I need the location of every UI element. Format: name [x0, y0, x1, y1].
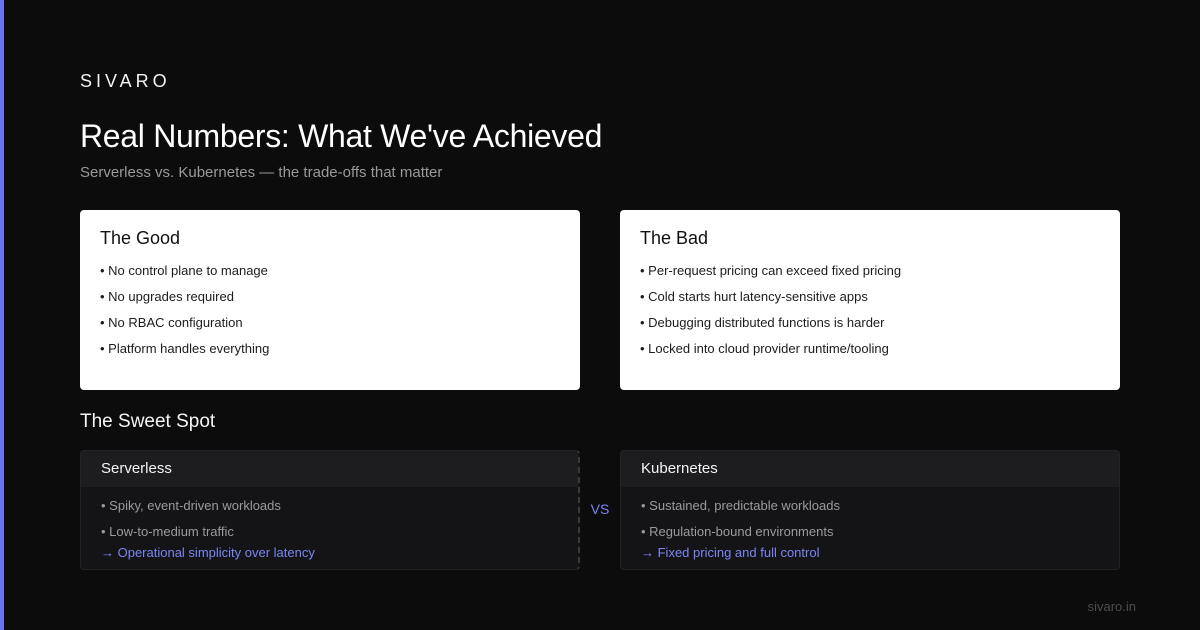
- footer-url: sivaro.in: [1087, 599, 1136, 614]
- bad-item: Cold starts hurt latency-sensitive apps: [640, 289, 1100, 315]
- slide: SIVARO Real Numbers: What We've Achieved…: [0, 0, 1200, 630]
- bad-card: The Bad Per-request pricing can exceed f…: [620, 210, 1120, 390]
- good-item: Platform handles everything: [100, 341, 560, 367]
- serverless-panel: Serverless Spiky, event-driven workloads…: [80, 450, 580, 570]
- good-card: The Good No control plane to manage No u…: [80, 210, 580, 390]
- good-item: No RBAC configuration: [100, 315, 560, 341]
- good-list: No control plane to manage No upgrades r…: [100, 263, 560, 367]
- kubernetes-body: Sustained, predictable workloads Regulat…: [621, 487, 1119, 561]
- serverless-body: Spiky, event-driven workloads Low-to-med…: [81, 487, 578, 561]
- kubernetes-panel: Kubernetes Sustained, predictable worklo…: [620, 450, 1120, 570]
- serverless-list: Spiky, event-driven workloads Low-to-med…: [101, 497, 558, 549]
- page-subtitle: Serverless vs. Kubernetes — the trade-of…: [80, 164, 443, 181]
- bad-item: Debugging distributed functions is harde…: [640, 315, 1100, 341]
- kubernetes-list: Sustained, predictable workloads Regulat…: [641, 497, 1099, 549]
- serverless-heading: Serverless: [81, 451, 578, 487]
- serverless-item: Spiky, event-driven workloads: [101, 497, 558, 523]
- bad-list: Per-request pricing can exceed fixed pri…: [640, 263, 1100, 367]
- brand-logo: SIVARO: [80, 71, 171, 91]
- vs-label: VS: [590, 501, 610, 517]
- kubernetes-item: Sustained, predictable workloads: [641, 497, 1099, 523]
- bad-item: Locked into cloud provider runtime/tooli…: [640, 341, 1100, 367]
- good-card-heading: The Good: [100, 228, 181, 248]
- kubernetes-note: → Fixed pricing and full control: [641, 545, 820, 560]
- good-item: No upgrades required: [100, 289, 560, 315]
- bad-card-heading: The Bad: [640, 228, 709, 248]
- serverless-note: → Operational simplicity over latency: [101, 545, 315, 560]
- bad-item: Per-request pricing can exceed fixed pri…: [640, 263, 1100, 289]
- page-title: Real Numbers: What We've Achieved: [80, 118, 603, 154]
- accent-bar: [0, 0, 4, 630]
- sweet-spot-heading: The Sweet Spot: [80, 411, 216, 432]
- good-item: No control plane to manage: [100, 263, 560, 289]
- kubernetes-heading: Kubernetes: [621, 451, 1119, 487]
